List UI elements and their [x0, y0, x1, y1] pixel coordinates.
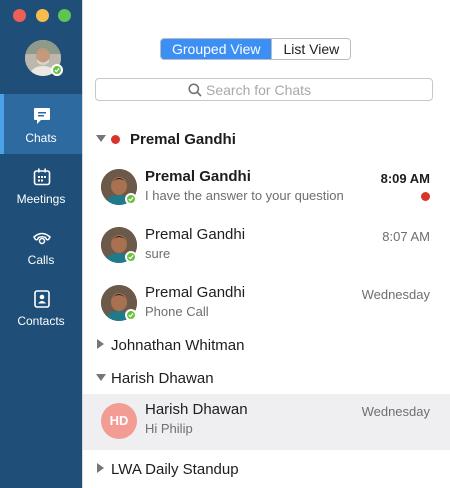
- expand-triangle-icon[interactable]: [96, 135, 106, 142]
- chat-row[interactable]: Premal Gandhi I have the answer to your …: [83, 161, 450, 217]
- list-view-button[interactable]: List View: [271, 39, 351, 59]
- initials-avatar: HD: [101, 403, 137, 439]
- expand-triangle-icon[interactable]: [96, 374, 106, 381]
- online-status-icon: [51, 64, 63, 76]
- chat-row[interactable]: HD Harish Dhawan Hi Philip Wednesday: [83, 394, 450, 450]
- window-minimize-button[interactable]: [36, 9, 49, 22]
- group-header-johnathan-whitman[interactable]: Johnathan Whitman: [83, 329, 450, 359]
- nav-meetings-label: Meetings: [16, 192, 66, 206]
- chat-time: 8:07 AM: [382, 229, 430, 244]
- chat-time: 8:09 AM: [380, 171, 430, 186]
- group-name: LWA Daily Standup: [111, 461, 239, 478]
- nav-chats[interactable]: Chats: [0, 94, 82, 154]
- nav-contacts[interactable]: Contacts: [0, 277, 82, 337]
- group-header-harish-dhawan[interactable]: Harish Dhawan: [83, 362, 450, 392]
- chat-row[interactable]: Premal Gandhi Phone Call Wednesday: [83, 277, 450, 333]
- chat-preview: sure: [145, 246, 171, 261]
- group-name: Harish Dhawan: [111, 370, 214, 387]
- search-icon: [188, 83, 202, 97]
- online-status-icon: [125, 309, 137, 321]
- nav-contacts-label: Contacts: [17, 314, 65, 328]
- online-status-icon: [125, 193, 137, 205]
- view-toggle: Grouped View List View: [160, 38, 352, 60]
- chat-bubble-icon: [34, 108, 50, 124]
- grouped-view-button[interactable]: Grouped View: [161, 39, 272, 59]
- collapse-triangle-icon[interactable]: [97, 463, 104, 473]
- chat-name: Premal Gandhi: [145, 226, 246, 243]
- chat-list: Premal Gandhi Premal Gandhi I have the a…: [83, 120, 450, 488]
- chat-preview: Hi Philip: [145, 421, 193, 436]
- nav-meetings[interactable]: Meetings: [0, 155, 82, 215]
- chat-row[interactable]: Premal Gandhi sure 8:07 AM: [83, 219, 450, 275]
- nav-calls-label: Calls: [27, 253, 55, 267]
- nav-calls[interactable]: Calls: [0, 216, 82, 276]
- chat-name: Premal Gandhi: [145, 168, 251, 185]
- phone-icon: [33, 232, 51, 245]
- search-input[interactable]: [206, 80, 426, 99]
- calendar-icon: [33, 168, 51, 186]
- online-status-icon: [125, 251, 137, 263]
- chat-time: Wednesday: [361, 404, 430, 419]
- chat-preview: Phone Call: [145, 304, 209, 319]
- group-name: Johnathan Whitman: [111, 337, 245, 354]
- sidebar: Chats Meetings Calls Contacts: [0, 0, 82, 488]
- unread-indicator-icon: [421, 192, 430, 201]
- contact-card-icon: [34, 290, 50, 308]
- group-header-premal-gandhi[interactable]: Premal Gandhi: [83, 123, 450, 153]
- search-box: [95, 78, 433, 101]
- chat-preview: I have the answer to your question: [145, 188, 344, 203]
- unread-indicator-icon: [111, 135, 120, 144]
- chat-list-panel: Grouped View List View Premal Gandhi: [82, 0, 450, 488]
- group-header-lwa-daily-standup[interactable]: LWA Daily Standup: [83, 453, 450, 483]
- group-name: Premal Gandhi: [130, 131, 236, 148]
- collapse-triangle-icon[interactable]: [97, 339, 104, 349]
- chat-name: Harish Dhawan: [145, 401, 248, 418]
- chat-time: Wednesday: [361, 287, 430, 302]
- chat-name: Premal Gandhi: [145, 284, 246, 301]
- nav-chats-label: Chats: [25, 131, 57, 145]
- window-zoom-button[interactable]: [58, 9, 71, 22]
- window-close-button[interactable]: [13, 9, 26, 22]
